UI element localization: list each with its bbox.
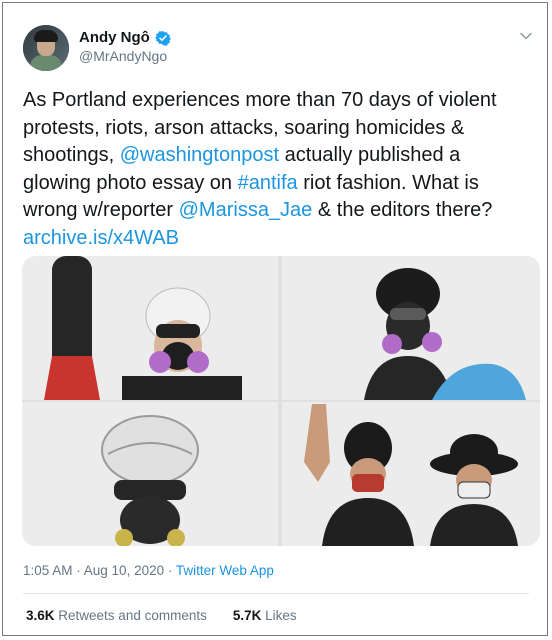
mention-link[interactable]: @Marissa_Jae — [179, 199, 313, 221]
photo-4[interactable] — [282, 402, 540, 546]
photo-3[interactable] — [22, 402, 278, 546]
divider — [23, 593, 529, 594]
author-handle[interactable]: @MrAndyNgo — [79, 48, 167, 64]
archive-link[interactable]: archive.is/x4WAB — [23, 227, 179, 249]
timestamp[interactable]: 1:05 AM · Aug 10, 2020 · — [23, 563, 176, 578]
verified-badge-icon — [154, 30, 171, 46]
likes-count: 5.7K — [232, 608, 262, 623]
tweet-card: Andy Ngô @MrAndyNgo As Portland experien… — [2, 2, 548, 636]
tweet-text: As Portland experiences more than 70 day… — [23, 87, 533, 252]
avatar[interactable] — [23, 25, 69, 71]
source-app-link[interactable]: Twitter Web App — [176, 563, 274, 578]
author-name-row[interactable]: Andy Ngô — [79, 29, 171, 46]
engagement-stats: 3.6K Retweets and comments 5.7K Likes — [26, 608, 297, 623]
media-grid — [22, 256, 540, 546]
hashtag-link[interactable]: #antifa — [238, 172, 298, 194]
tweet-text-part: & the editors there? — [312, 199, 493, 221]
likes-stat[interactable]: 5.7K Likes — [233, 608, 297, 623]
photo-1[interactable] — [22, 256, 278, 400]
likes-label: Likes — [261, 608, 297, 623]
photo-2[interactable] — [282, 256, 540, 400]
author-name[interactable]: Andy Ngô — [79, 29, 150, 46]
chevron-down-icon[interactable] — [519, 29, 533, 43]
retweets-stat[interactable]: 3.6K Retweets and comments — [26, 608, 207, 623]
tweet-meta: 1:05 AM · Aug 10, 2020 · Twitter Web App — [23, 563, 274, 578]
retweets-label: Retweets and comments — [54, 608, 207, 623]
retweets-count: 3.6K — [26, 608, 55, 623]
mention-link[interactable]: @washingtonpost — [120, 144, 279, 166]
